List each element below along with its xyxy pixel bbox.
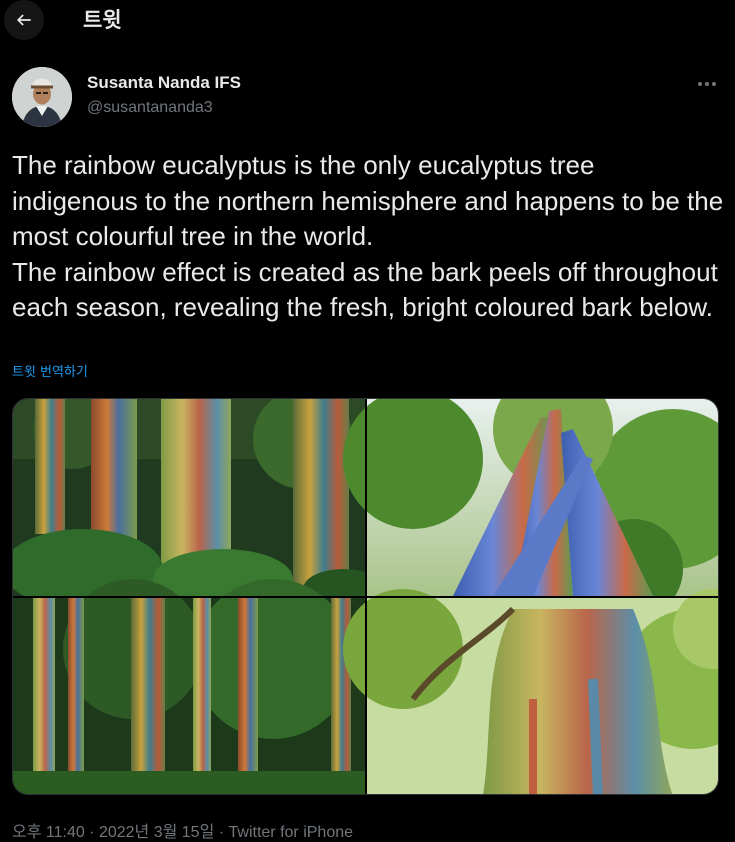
tweet-text: The rainbow eucalyptus is the only eucal… bbox=[12, 150, 724, 322]
translate-tweet-link[interactable]: 트윗 번역하기 bbox=[12, 361, 88, 380]
more-icon bbox=[698, 82, 702, 86]
photo-tree-grove[interactable] bbox=[13, 579, 365, 795]
more-options-button[interactable] bbox=[692, 72, 722, 96]
photo-looking-up-canopy[interactable] bbox=[343, 399, 719, 619]
tweet-media-grid bbox=[12, 398, 719, 795]
avatar[interactable] bbox=[12, 67, 72, 127]
arrow-left-icon bbox=[16, 14, 31, 26]
tweet-timestamp[interactable]: 오후 11:40 · 2022년 3월 15일 · Twitter for iP… bbox=[12, 818, 353, 842]
photo-trunk-closeup[interactable] bbox=[343, 589, 719, 795]
author-handle[interactable]: @susantananda3 bbox=[87, 99, 213, 117]
top-bar: 트윗 bbox=[0, 0, 735, 40]
back-button[interactable] bbox=[4, 0, 44, 40]
page-title: 트윗 bbox=[83, 8, 122, 32]
author-display-name[interactable]: Susanta Nanda IFS bbox=[87, 73, 241, 93]
photo-forest-trunks[interactable] bbox=[13, 399, 383, 609]
